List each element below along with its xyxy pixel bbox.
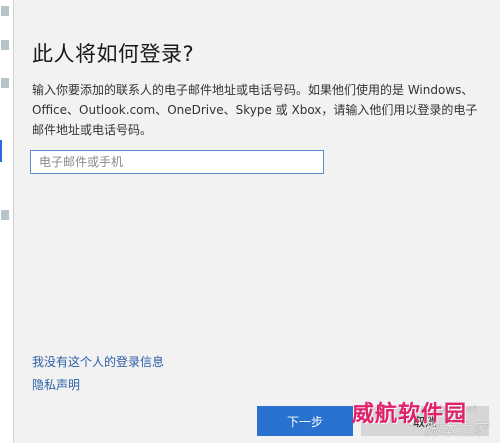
background-icon: [1, 40, 9, 50]
no-sign-in-info-link[interactable]: 我没有这个人的登录信息: [32, 353, 164, 370]
background-icon: [1, 6, 9, 16]
cancel-button[interactable]: 取消: [361, 406, 489, 436]
background-icon: [1, 78, 9, 88]
background-window-edge: [0, 0, 14, 443]
privacy-statement-link[interactable]: 隐私声明: [32, 376, 80, 393]
dialog-description: 输入你要添加的联系人的电子邮件地址或电话号码。如果他们使用的是 Windows、…: [32, 83, 478, 137]
background-selection-marker: [0, 140, 2, 162]
next-button[interactable]: 下一步: [257, 406, 353, 436]
add-account-dialog: 此人将如何登录? 输入你要添加的联系人的电子邮件地址或电话号码。如果他们使用的是…: [14, 0, 500, 443]
background-icon: [1, 210, 9, 220]
email-or-phone-input[interactable]: [30, 150, 324, 174]
dialog-title: 此人将如何登录?: [32, 42, 195, 66]
